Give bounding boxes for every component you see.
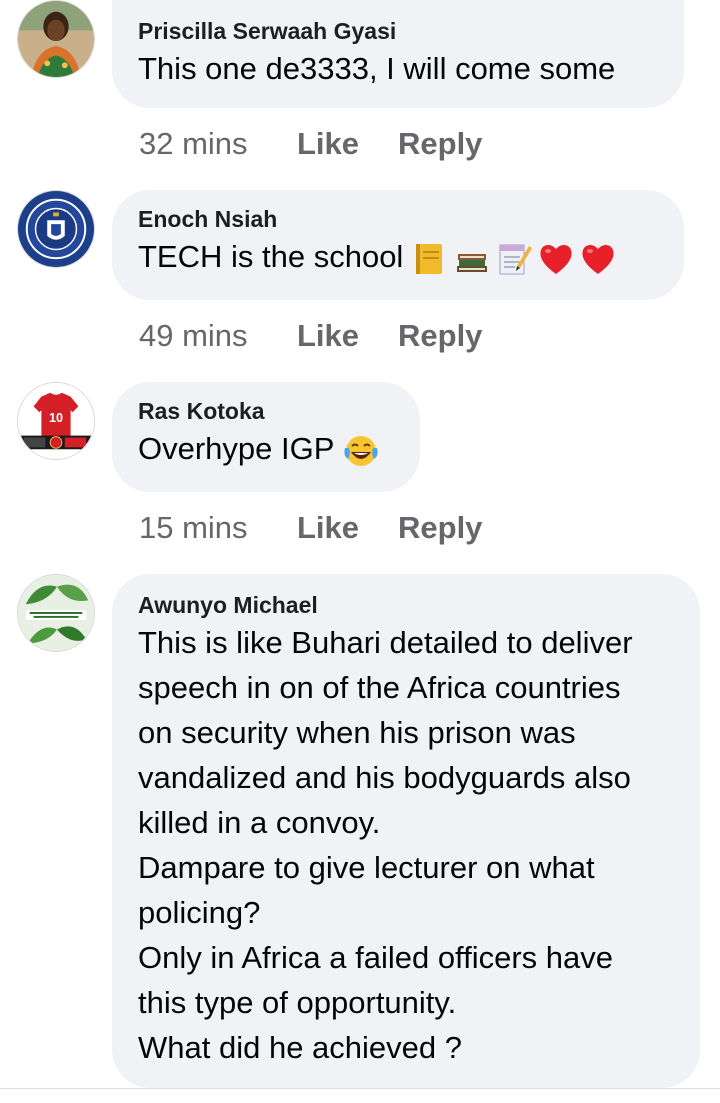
reply-button[interactable]: Reply — [398, 318, 482, 354]
comment-bubble: Awunyo Michael This is like Buhari detai… — [112, 574, 700, 1088]
comment-bubble: Priscilla Serwaah Gyasi This one de3333,… — [112, 0, 684, 108]
avatar[interactable] — [17, 0, 95, 78]
emoji-row — [411, 240, 617, 278]
svg-text:10: 10 — [49, 411, 63, 425]
comment-time[interactable]: 49 mins — [139, 318, 297, 354]
comment-author[interactable]: Awunyo Michael — [138, 590, 674, 620]
avatar-photo-icon — [18, 1, 94, 77]
leaf-avatar-icon — [18, 575, 94, 651]
avatar[interactable]: 10 — [17, 382, 95, 460]
reply-button[interactable]: Reply — [398, 510, 482, 546]
comment-bubble: Ras Kotoka Overhype IGP — [112, 382, 420, 492]
books-emoji-icon — [453, 240, 491, 278]
avatar[interactable] — [17, 190, 95, 268]
comment-time[interactable]: 32 mins — [139, 126, 297, 162]
comment-actions: 32 mins Like Reply — [139, 126, 482, 162]
red-heart-emoji-icon — [537, 240, 575, 278]
comment-text: TECH is the school — [138, 239, 404, 274]
avatar[interactable] — [17, 574, 95, 652]
club-crest-icon — [18, 191, 94, 267]
tears-of-joy-emoji-icon — [342, 432, 380, 470]
emoji-row — [342, 432, 380, 470]
like-button[interactable]: Like — [297, 126, 398, 162]
like-button[interactable]: Like — [297, 510, 398, 546]
comment-text: This is like Buhari detailed to deliver … — [138, 625, 633, 1065]
comment-author[interactable]: Enoch Nsiah — [138, 204, 658, 234]
comment-actions: 15 mins Like Reply — [139, 510, 482, 546]
comment-author[interactable]: Ras Kotoka — [138, 396, 394, 426]
ledger-emoji-icon — [411, 240, 449, 278]
comment-text-row: TECH is the school — [138, 234, 658, 279]
bottom-divider — [0, 1088, 720, 1103]
like-button[interactable]: Like — [297, 318, 398, 354]
memo-emoji-icon — [495, 240, 533, 278]
comment-text: Overhype IGP — [138, 431, 335, 466]
red-heart-emoji-icon — [579, 240, 617, 278]
comment-bubble: Enoch Nsiah TECH is the school — [112, 190, 684, 300]
comment-time[interactable]: 15 mins — [139, 510, 297, 546]
comment-actions: 49 mins Like Reply — [139, 318, 482, 354]
reply-button[interactable]: Reply — [398, 126, 482, 162]
comment-author[interactable]: Priscilla Serwaah Gyasi — [138, 16, 658, 46]
comment-text-row: Overhype IGP — [138, 426, 394, 471]
jersey-avatar-icon: 10 — [18, 383, 94, 459]
comment-text: This one de3333, I will come some — [138, 51, 616, 86]
